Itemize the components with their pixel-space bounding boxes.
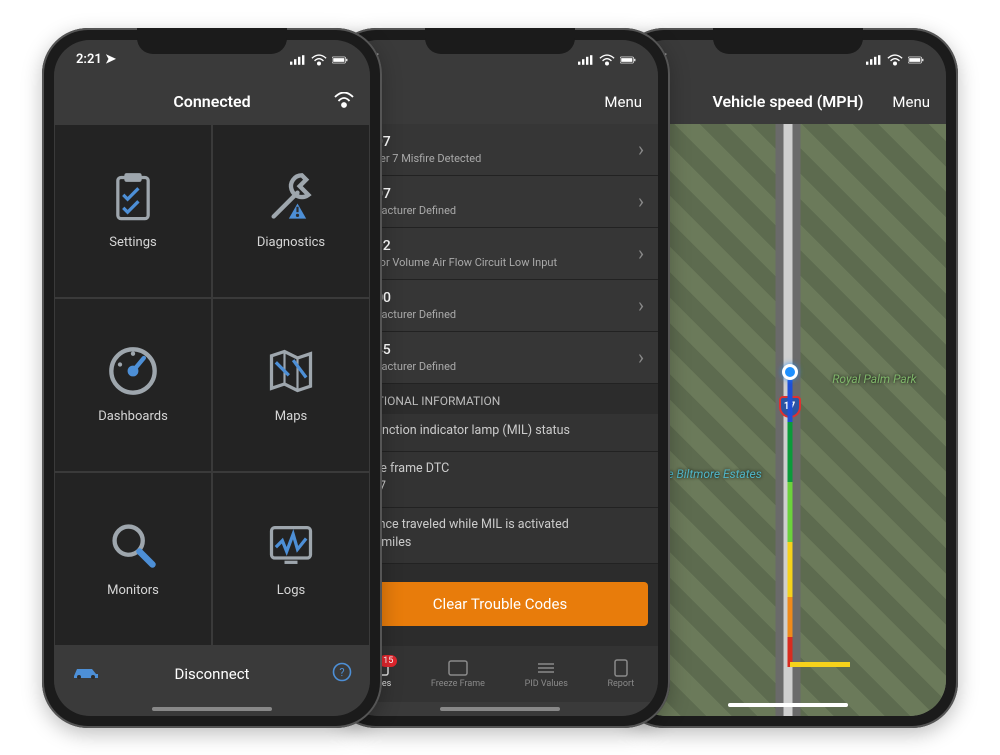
wifi-status-icon bbox=[599, 54, 615, 66]
home-grid: Settings Diagnostics bbox=[54, 124, 370, 646]
car-icon[interactable] bbox=[72, 664, 100, 684]
wifi-status-icon bbox=[887, 54, 903, 66]
disconnect-button[interactable]: Disconnect bbox=[175, 665, 250, 683]
home-indicator bbox=[342, 702, 658, 716]
menu-button[interactable]: Menu bbox=[892, 93, 930, 111]
nav-bar: Connected bbox=[54, 80, 370, 124]
nav-title: Connected bbox=[173, 92, 250, 111]
chevron-right-icon: › bbox=[638, 241, 644, 265]
home-indicator bbox=[54, 702, 370, 716]
location-arrow-icon: ➤ bbox=[105, 52, 116, 67]
clear-codes-button[interactable]: Clear Trouble Codes bbox=[352, 582, 648, 626]
nav-title: Vehicle speed (MPH) bbox=[712, 92, 863, 111]
code-row[interactable]: P0102Mass or Volume Air Flow Circuit Low… bbox=[342, 228, 658, 280]
tab-report[interactable]: Report bbox=[607, 659, 634, 689]
tile-diagnostics[interactable]: Diagnostics bbox=[212, 124, 370, 298]
info-row: Freeze frame DTC P0307 bbox=[342, 452, 658, 508]
chevron-right-icon: › bbox=[638, 293, 644, 317]
section-header: ADDITIONAL INFORMATION bbox=[342, 384, 658, 414]
current-location-icon bbox=[782, 364, 798, 380]
tile-label: Monitors bbox=[107, 583, 159, 598]
tile-maps[interactable]: Maps bbox=[212, 298, 370, 472]
tab-freeze-frame[interactable]: Freeze Frame bbox=[431, 659, 485, 689]
nav-bar: ‹ Vehicle speed (MPH) Menu bbox=[630, 80, 946, 124]
tile-label: Settings bbox=[109, 235, 156, 250]
tile-label: Dashboards bbox=[98, 409, 168, 424]
bottom-bar: Disconnect ? bbox=[54, 646, 370, 702]
gauge-icon bbox=[107, 345, 159, 397]
svg-text:?: ? bbox=[339, 666, 344, 679]
tile-label: Diagnostics bbox=[257, 235, 325, 250]
info-row: Distance traveled while MIL is activated… bbox=[342, 508, 658, 564]
map-view[interactable]: Lake Biltmore Estates Royal Palm Park 17 bbox=[630, 124, 946, 716]
report-icon bbox=[610, 659, 632, 677]
menu-button[interactable]: Menu bbox=[604, 93, 642, 111]
code-row[interactable]: P0307Cylinder 7 Misfire Detected › bbox=[342, 124, 658, 176]
status-right bbox=[866, 54, 924, 66]
map-icon bbox=[265, 345, 317, 397]
tile-logs[interactable]: Logs bbox=[212, 472, 370, 646]
battery-icon bbox=[332, 54, 348, 66]
info-row: Malfunction indicator lamp (MIL) status bbox=[342, 414, 658, 453]
wifi-status-icon bbox=[311, 54, 327, 66]
code-row[interactable]: B2245Manufacturer Defined › bbox=[342, 332, 658, 384]
signal-icon bbox=[578, 54, 594, 66]
chevron-right-icon: › bbox=[638, 345, 644, 369]
battery-icon bbox=[908, 54, 924, 66]
tile-settings[interactable]: Settings bbox=[54, 124, 212, 298]
chart-monitor-icon bbox=[265, 519, 317, 571]
tile-monitors[interactable]: Monitors bbox=[54, 472, 212, 646]
notch bbox=[137, 28, 287, 54]
freeze-icon bbox=[447, 659, 469, 677]
code-row[interactable]: U1600Manufacturer Defined › bbox=[342, 280, 658, 332]
battery-icon bbox=[620, 54, 636, 66]
tile-label: Maps bbox=[275, 409, 307, 424]
signal-icon bbox=[290, 54, 306, 66]
magnifier-icon bbox=[107, 519, 159, 571]
status-time: 2:21 bbox=[76, 52, 102, 67]
wrench-warning-icon bbox=[265, 171, 317, 223]
notch bbox=[713, 28, 863, 54]
chevron-right-icon: › bbox=[638, 137, 644, 161]
status-right bbox=[578, 54, 636, 66]
home-indicator bbox=[630, 698, 946, 712]
tab-bar: 15 Codes Freeze Frame PID Values Report bbox=[342, 646, 658, 702]
tab-label: PID Values bbox=[525, 679, 568, 689]
tile-label: Logs bbox=[277, 583, 305, 598]
wifi-icon[interactable] bbox=[334, 92, 354, 112]
tab-pid-values[interactable]: PID Values bbox=[525, 659, 568, 689]
tab-label: Report bbox=[607, 679, 634, 689]
status-right bbox=[290, 54, 348, 66]
code-list: P0307Cylinder 7 Misfire Detected › C0307… bbox=[342, 124, 658, 646]
speed-route bbox=[787, 372, 792, 667]
help-icon[interactable]: ? bbox=[332, 662, 352, 686]
phone-home: 2:21 ➤ Connected bbox=[42, 28, 382, 728]
notch bbox=[425, 28, 575, 54]
clipboard-check-icon bbox=[107, 171, 159, 223]
speed-route-turn bbox=[790, 662, 850, 667]
chevron-right-icon: › bbox=[638, 189, 644, 213]
code-row[interactable]: C0307Manufacturer Defined › bbox=[342, 176, 658, 228]
signal-icon bbox=[866, 54, 882, 66]
tab-label: Freeze Frame bbox=[431, 679, 485, 689]
tile-dashboards[interactable]: Dashboards bbox=[54, 298, 212, 472]
nav-bar: ‹ Menu bbox=[342, 80, 658, 124]
map-poi-label: Royal Palm Park bbox=[832, 372, 916, 386]
pid-icon bbox=[535, 659, 557, 677]
